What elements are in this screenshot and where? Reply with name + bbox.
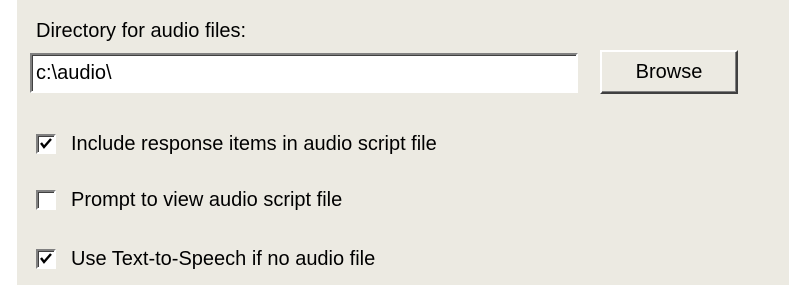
- prompt-view-script-label: Prompt to view audio script file: [71, 189, 343, 211]
- directory-input[interactable]: [30, 53, 578, 93]
- directory-label: Directory for audio files:: [36, 20, 247, 42]
- checkmark-icon: [40, 138, 52, 149]
- text-to-speech-label: Use Text-to-Speech if no audio file: [71, 248, 376, 270]
- text-to-speech-checkbox[interactable]: [36, 249, 56, 269]
- include-response-items-checkbox[interactable]: [36, 134, 56, 154]
- include-response-items-label: Include response items in audio script f…: [71, 133, 437, 155]
- prompt-view-script-option[interactable]: Prompt to view audio script file: [36, 187, 342, 213]
- prompt-view-script-checkbox[interactable]: [36, 190, 56, 210]
- include-response-items-option[interactable]: Include response items in audio script f…: [36, 131, 437, 157]
- browse-button[interactable]: Browse: [600, 50, 738, 94]
- text-to-speech-option[interactable]: Use Text-to-Speech if no audio file: [36, 246, 401, 272]
- checkmark-icon: [40, 253, 52, 264]
